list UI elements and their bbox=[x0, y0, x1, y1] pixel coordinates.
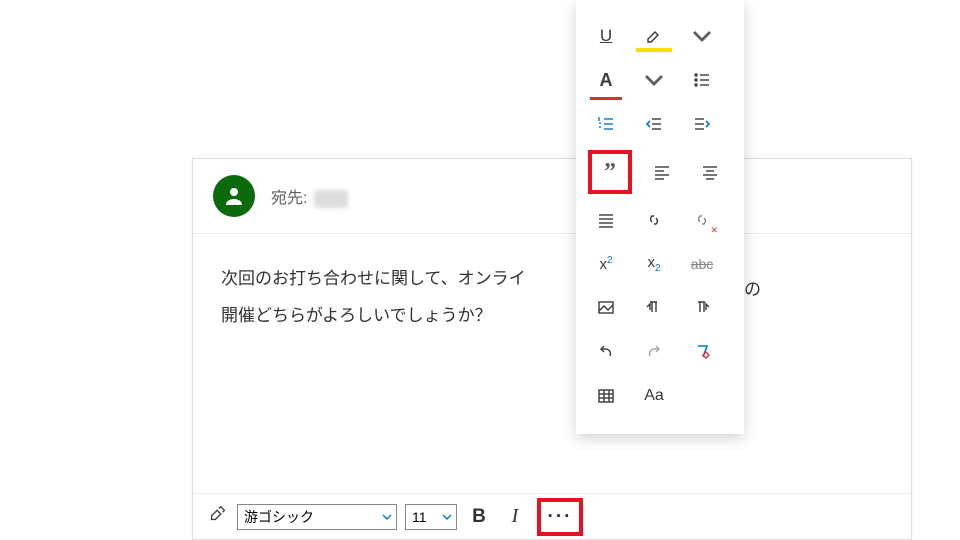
font-color-dropdown[interactable] bbox=[636, 62, 672, 98]
italic-button[interactable]: I bbox=[501, 503, 529, 531]
recipient-name-redacted bbox=[314, 190, 348, 208]
bulleted-list-button[interactable] bbox=[684, 62, 720, 98]
blockquote-button[interactable]: ” bbox=[588, 150, 632, 194]
format-painter-button[interactable] bbox=[207, 503, 229, 530]
remove-link-icon bbox=[692, 210, 712, 230]
body-line-2: 開催どちらがよろしいでしょうか？ bbox=[221, 297, 883, 334]
superscript-icon: x2 bbox=[599, 255, 612, 273]
ltr-button[interactable] bbox=[636, 290, 672, 326]
clear-format-icon bbox=[692, 342, 712, 362]
highlight-color-dropdown[interactable] bbox=[684, 18, 720, 54]
insert-table-icon bbox=[596, 386, 616, 406]
align-center-icon bbox=[700, 162, 720, 182]
chevron-down-icon[interactable] bbox=[438, 512, 456, 522]
bulleted-list-icon bbox=[692, 70, 712, 90]
superscript-button[interactable]: x2 bbox=[588, 246, 624, 282]
insert-image-icon bbox=[596, 298, 616, 318]
font-size-combo[interactable] bbox=[405, 504, 457, 530]
clear-formatting-button[interactable] bbox=[684, 334, 720, 370]
align-justify-button[interactable] bbox=[588, 202, 624, 238]
numbered-list-icon bbox=[596, 114, 616, 134]
align-center-button[interactable] bbox=[692, 154, 728, 190]
change-case-button[interactable]: Aa bbox=[636, 378, 672, 414]
decrease-indent-icon bbox=[644, 114, 664, 134]
increase-indent-button[interactable] bbox=[684, 106, 720, 142]
insert-table-button[interactable] bbox=[588, 378, 624, 414]
increase-indent-icon bbox=[692, 114, 712, 134]
font-name-input[interactable] bbox=[238, 505, 378, 529]
change-case-icon: Aa bbox=[644, 387, 664, 405]
font-color-icon: A bbox=[600, 70, 613, 91]
person-icon bbox=[222, 184, 246, 208]
recipient-label: 宛先: bbox=[271, 190, 307, 207]
rtl-icon bbox=[692, 298, 712, 318]
font-color-button[interactable]: A bbox=[588, 62, 624, 98]
subscript-icon: x2 bbox=[647, 254, 660, 274]
decrease-indent-button[interactable] bbox=[636, 106, 672, 142]
body-trailing-text: の bbox=[744, 275, 761, 300]
ltr-icon bbox=[644, 298, 664, 318]
underline-button[interactable]: U bbox=[588, 18, 624, 54]
highlighter-icon bbox=[644, 26, 664, 46]
avatar bbox=[213, 175, 255, 217]
align-left-icon bbox=[652, 162, 672, 182]
align-justify-icon bbox=[596, 210, 616, 230]
compose-header: 宛先: bbox=[193, 159, 911, 234]
insert-link-button[interactable] bbox=[636, 202, 672, 238]
chevron-down-icon bbox=[692, 26, 712, 46]
remove-link-button[interactable]: ✕ bbox=[684, 202, 720, 238]
align-left-button[interactable] bbox=[644, 154, 680, 190]
compose-card: 宛先: 次回のお打ち合わせに関して、オンライ 開催どちらがよろしいでしょうか？ bbox=[192, 158, 912, 540]
chevron-down-icon bbox=[644, 70, 664, 90]
link-icon bbox=[644, 210, 664, 230]
font-size-input[interactable] bbox=[406, 505, 438, 529]
body-line-1: 次回のお打ち合わせに関して、オンライ bbox=[221, 260, 883, 297]
highlight-color-button[interactable] bbox=[636, 18, 672, 54]
chevron-down-icon[interactable] bbox=[378, 512, 396, 522]
numbered-list-button[interactable] bbox=[588, 106, 624, 142]
compose-body[interactable]: 次回のお打ち合わせに関して、オンライ 開催どちらがよろしいでしょうか？ bbox=[193, 234, 911, 361]
redo-icon bbox=[644, 342, 664, 362]
undo-button[interactable] bbox=[588, 334, 624, 370]
rtl-button[interactable] bbox=[684, 290, 720, 326]
font-name-combo[interactable] bbox=[237, 504, 397, 530]
x-badge-icon: ✕ bbox=[710, 225, 718, 236]
more-formatting-button[interactable]: ··· bbox=[537, 498, 583, 536]
recipient-row[interactable]: 宛先: bbox=[271, 184, 348, 208]
format-toolbar: B I ··· bbox=[193, 493, 911, 539]
strikethrough-icon: abc bbox=[691, 256, 714, 272]
subscript-button[interactable]: x2 bbox=[636, 246, 672, 282]
formatting-popup: U A bbox=[576, 0, 744, 434]
underline-icon: U bbox=[600, 26, 612, 46]
redo-button[interactable] bbox=[636, 334, 672, 370]
insert-image-button[interactable] bbox=[588, 290, 624, 326]
quote-icon: ” bbox=[604, 159, 616, 186]
bold-button[interactable]: B bbox=[465, 503, 493, 531]
format-painter-icon bbox=[207, 503, 229, 525]
undo-icon bbox=[596, 342, 616, 362]
strikethrough-button[interactable]: abc bbox=[684, 246, 720, 282]
